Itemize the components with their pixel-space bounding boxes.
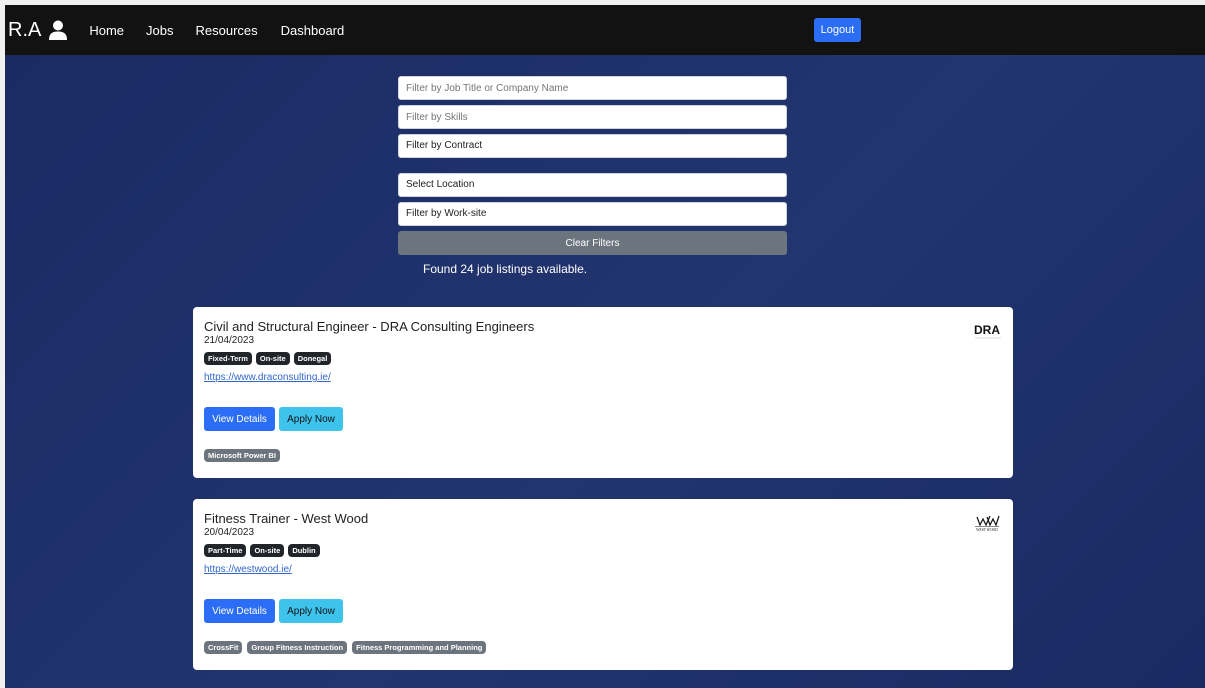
navbar: R.A Home Jobs Resources Dashboard Logout xyxy=(5,5,1205,55)
location-badge: Donegal xyxy=(293,352,332,365)
company-logo: DRA xyxy=(974,323,1001,339)
apply-now-button[interactable]: Apply Now xyxy=(279,599,343,623)
job-card: Fitness Trainer - West Wood 20/04/2023 P… xyxy=(193,499,1013,670)
job-card: Civil and Structural Engineer - DRA Cons… xyxy=(193,307,1013,478)
job-tags: Fixed-Term On-site Donegal xyxy=(204,352,335,365)
apply-now-button[interactable]: Apply Now xyxy=(279,407,343,431)
nav-link-jobs[interactable]: Jobs xyxy=(146,23,173,38)
skill-badge: Microsoft Power BI xyxy=(204,449,280,462)
clear-filters-button[interactable]: Clear Filters xyxy=(398,231,787,255)
job-tags: Part-Time On-site Dublin xyxy=(204,544,324,557)
worksite-badge: On-site xyxy=(255,352,290,365)
brand-text: R.A xyxy=(8,18,42,41)
company-link[interactable]: https://www.draconsulting.ie/ xyxy=(204,372,331,383)
job-title: Fitness Trainer - West Wood xyxy=(204,511,369,526)
skill-badge: CrossFit xyxy=(204,641,243,654)
job-date: 21/04/2023 xyxy=(204,335,255,346)
view-details-button[interactable]: View Details xyxy=(204,407,275,431)
nav-link-dashboard[interactable]: Dashboard xyxy=(281,23,345,38)
worksite-badge: On-site xyxy=(250,544,285,557)
contract-filter-select[interactable]: Filter by Contract xyxy=(398,134,787,158)
results-count: Found 24 job listings available. xyxy=(423,262,588,276)
nav-link-home[interactable]: Home xyxy=(89,23,124,38)
company-link[interactable]: https://westwood.ie/ xyxy=(204,564,292,575)
svg-text:WEST WOOD: WEST WOOD xyxy=(976,528,998,532)
title-company-filter-input[interactable] xyxy=(398,76,787,100)
app-frame: R.A Home Jobs Resources Dashboard Logout… xyxy=(5,5,1205,688)
job-date: 20/04/2023 xyxy=(204,527,255,538)
contract-badge: Part-Time xyxy=(204,544,247,557)
contract-badge: Fixed-Term xyxy=(204,352,252,365)
skills-list: CrossFit Group Fitness Instruction Fitne… xyxy=(204,641,491,654)
skill-badge: Group Fitness Instruction xyxy=(247,641,348,654)
job-title: Civil and Structural Engineer - DRA Cons… xyxy=(204,319,535,334)
skills-list: Microsoft Power BI xyxy=(204,449,285,462)
view-details-button[interactable]: View Details xyxy=(204,599,275,623)
svg-text:DRA: DRA xyxy=(974,323,1000,337)
skill-badge: Fitness Programming and Planning xyxy=(352,641,487,654)
logout-button[interactable]: Logout xyxy=(814,18,861,42)
location-badge: Dublin xyxy=(288,544,320,557)
location-select[interactable]: Select Location xyxy=(398,173,787,197)
nav-link-resources[interactable]: Resources xyxy=(196,23,258,38)
worksite-filter-select[interactable]: Filter by Work-site xyxy=(398,202,787,226)
user-icon xyxy=(49,20,68,40)
company-logo: WEST WOOD xyxy=(975,515,1000,532)
skills-filter-input[interactable] xyxy=(398,105,787,129)
brand[interactable]: R.A xyxy=(8,18,68,42)
